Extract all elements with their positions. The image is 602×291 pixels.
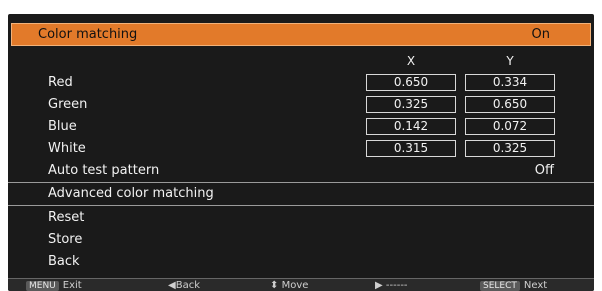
select-button-icon: SELECT — [480, 281, 520, 291]
row-green-label: Green — [48, 97, 88, 112]
footer-back: ◀Back — [168, 280, 200, 291]
store-label: Store — [48, 232, 83, 247]
footer-back-label: Back — [175, 280, 200, 291]
up-down-arrow-icon: ⬍ — [270, 280, 279, 291]
auto-test-pattern-row[interactable]: Auto test pattern Off — [8, 160, 594, 182]
red-x-field[interactable]: 0.650 — [366, 74, 456, 91]
divider — [8, 205, 594, 206]
auto-test-pattern-value: Off — [534, 163, 554, 178]
osd-menu: Color matching On X Y Red 0.650 0.334 Gr… — [8, 14, 594, 291]
store-item[interactable]: Store — [8, 229, 594, 251]
column-x-header: X — [406, 54, 416, 68]
footer-select-label: Next — [523, 280, 548, 291]
column-header-row: X Y — [8, 51, 594, 73]
row-blue-label: Blue — [48, 119, 77, 134]
footer-exit-label: Exit — [62, 280, 82, 291]
row-green[interactable]: Green 0.325 0.650 — [8, 94, 594, 116]
reset-item[interactable]: Reset — [8, 207, 594, 229]
back-label: Back — [48, 254, 80, 269]
row-white[interactable]: White 0.315 0.325 — [8, 138, 594, 160]
green-y-field[interactable]: 0.650 — [465, 96, 555, 113]
column-y-header: Y — [506, 54, 514, 68]
back-item[interactable]: Back — [8, 251, 594, 273]
footer-dashes-label: ------ — [385, 280, 408, 291]
blue-x-field[interactable]: 0.142 — [366, 118, 456, 135]
auto-test-pattern-label: Auto test pattern — [48, 163, 160, 178]
row-red-label: Red — [48, 75, 73, 90]
row-white-label: White — [48, 141, 86, 156]
color-matching-label: Color matching — [38, 27, 138, 42]
footer-move-label: Move — [281, 280, 309, 291]
row-red[interactable]: Red 0.650 0.334 — [8, 72, 594, 94]
advanced-color-matching-label: Advanced color matching — [48, 186, 214, 201]
white-x-field[interactable]: 0.315 — [366, 140, 456, 157]
footer-exit: MENU Exit — [26, 280, 82, 291]
red-y-field[interactable]: 0.334 — [465, 74, 555, 91]
footer-move: ⬍ Move — [270, 280, 308, 291]
right-arrow-icon: ▶ — [375, 280, 383, 291]
reset-label: Reset — [48, 210, 85, 225]
footer-next-dashes: ▶ ------ — [375, 280, 408, 291]
footer-select: SELECT Next — [480, 280, 547, 291]
advanced-color-matching-item[interactable]: Advanced color matching — [8, 183, 594, 205]
white-y-field[interactable]: 0.325 — [465, 140, 555, 157]
left-arrow-icon: ◀ — [168, 280, 176, 291]
green-x-field[interactable]: 0.325 — [366, 96, 456, 113]
menu-button-icon: MENU — [26, 281, 59, 291]
footer-guide: MENU Exit ◀Back ⬍ Move ▶ ------ SELECT Nex… — [8, 278, 594, 291]
blue-y-field[interactable]: 0.072 — [465, 118, 555, 135]
row-blue[interactable]: Blue 0.142 0.072 — [8, 116, 594, 138]
color-matching-value: On — [531, 27, 550, 42]
color-matching-row[interactable]: Color matching On — [11, 23, 591, 46]
